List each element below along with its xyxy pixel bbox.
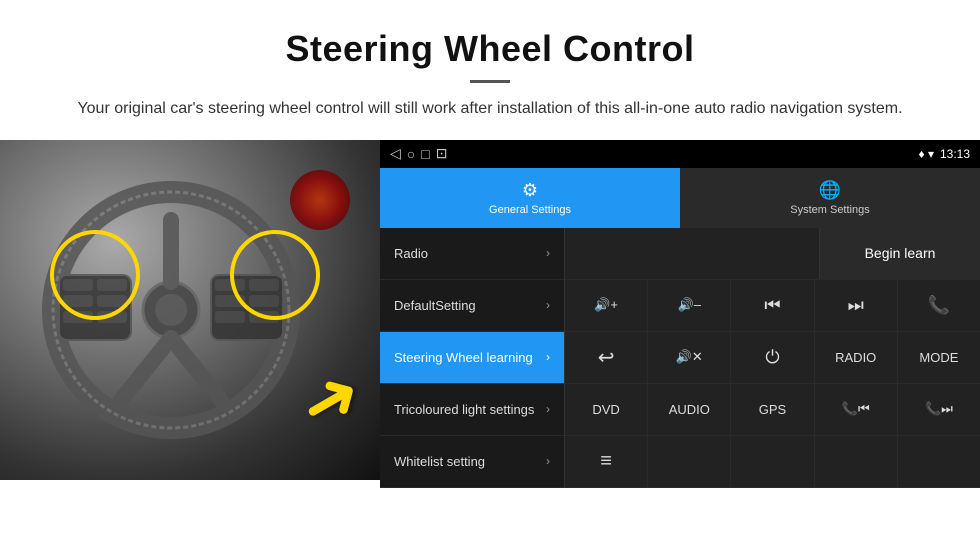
chevron-radio-icon: › bbox=[546, 246, 550, 260]
phone-next-icon: 📞⏭ bbox=[925, 401, 953, 417]
menu-item-radio[interactable]: Radio › bbox=[380, 228, 564, 280]
tab-system-label: System Settings bbox=[790, 204, 869, 216]
page-subtitle: Your original car's steering wheel contr… bbox=[40, 97, 940, 122]
signal-icon: ♦ ▾ bbox=[918, 147, 933, 161]
dvd-label: DVD bbox=[592, 402, 619, 417]
back-icon[interactable]: ◁ bbox=[390, 145, 401, 162]
phone-next-button[interactable]: 📞⏭ bbox=[898, 384, 980, 435]
menu-item-steering-wheel[interactable]: Steering Wheel learning › bbox=[380, 332, 564, 384]
right-controls: Begin learn 🔊+ 🔊– ⏮ bbox=[565, 228, 980, 488]
app-icon[interactable]: ⊡ bbox=[436, 145, 448, 162]
phone-prev-icon: 📞⏮ bbox=[842, 401, 870, 417]
mode-label: MODE bbox=[919, 350, 958, 365]
tab-bar: ⚙ General Settings 🌐 System Settings bbox=[380, 168, 980, 228]
dvd-button[interactable]: DVD bbox=[565, 384, 648, 435]
vol-down-button[interactable]: 🔊– bbox=[648, 280, 731, 331]
page-title: Steering Wheel Control bbox=[40, 28, 940, 70]
top-row: Begin learn bbox=[565, 228, 980, 280]
vol-down-icon: 🔊– bbox=[678, 297, 701, 313]
prev-track-icon: ⏮ bbox=[764, 295, 780, 316]
empty-btn-2[interactable] bbox=[731, 436, 814, 487]
system-settings-icon: 🌐 bbox=[819, 180, 841, 201]
general-settings-icon: ⚙ bbox=[522, 180, 538, 201]
mode-button[interactable]: MODE bbox=[898, 332, 980, 383]
chevron-whitelist-icon: › bbox=[546, 454, 550, 468]
clock: 13:13 bbox=[940, 147, 970, 161]
audio-label: AUDIO bbox=[669, 402, 710, 417]
control-row-3: DVD AUDIO GPS 📞⏮ 📞⏭ bbox=[565, 384, 980, 436]
highlight-circle-left bbox=[50, 230, 140, 320]
menu-tricoloured-label: Tricoloured light settings bbox=[394, 402, 534, 417]
phone-button[interactable]: 📞 bbox=[898, 280, 980, 331]
panel-content: Radio › DefaultSetting › Steering Wheel … bbox=[380, 228, 980, 488]
steering-background: ➜ bbox=[0, 140, 380, 480]
control-rows: 🔊+ 🔊– ⏮ ⏭ 📞 bbox=[565, 280, 980, 488]
control-row-1: 🔊+ 🔊– ⏮ ⏭ 📞 bbox=[565, 280, 980, 332]
control-row-4: ≡ bbox=[565, 436, 980, 488]
menu-icon-button[interactable]: ≡ bbox=[565, 436, 648, 487]
audio-button[interactable]: AUDIO bbox=[648, 384, 731, 435]
empty-btn-3[interactable] bbox=[815, 436, 898, 487]
title-divider bbox=[470, 80, 510, 83]
left-menu: Radio › DefaultSetting › Steering Wheel … bbox=[380, 228, 565, 488]
menu-item-tricoloured[interactable]: Tricoloured light settings › bbox=[380, 384, 564, 436]
vol-up-icon: 🔊+ bbox=[594, 297, 618, 313]
menu-item-whitelist[interactable]: Whitelist setting › bbox=[380, 436, 564, 488]
menu-item-default-setting[interactable]: DefaultSetting › bbox=[380, 280, 564, 332]
next-track-icon: ⏭ bbox=[848, 295, 864, 316]
menu-icon: ≡ bbox=[600, 450, 612, 473]
status-bar: ◁ ○ □ ⊡ ♦ ▾ 13:13 bbox=[380, 140, 980, 168]
menu-whitelist-label: Whitelist setting bbox=[394, 454, 485, 469]
radio-button[interactable]: RADIO bbox=[815, 332, 898, 383]
main-content: ➜ ◁ ○ □ ⊡ ♦ ▾ 13:13 ⚙ General Settings bbox=[0, 140, 980, 488]
steering-input[interactable] bbox=[565, 228, 820, 279]
chevron-tricoloured-icon: › bbox=[546, 402, 550, 416]
begin-learn-button[interactable]: Begin learn bbox=[820, 228, 980, 279]
hangup-icon: ↩ bbox=[598, 345, 615, 370]
tab-system-settings[interactable]: 🌐 System Settings bbox=[680, 168, 980, 228]
empty-btn-1[interactable] bbox=[648, 436, 731, 487]
page-header: Steering Wheel Control Your original car… bbox=[0, 0, 980, 140]
radio-label: RADIO bbox=[835, 350, 876, 365]
highlight-circle-right bbox=[230, 230, 320, 320]
nav-icons: ◁ ○ □ ⊡ bbox=[390, 145, 447, 162]
chevron-default-icon: › bbox=[546, 298, 550, 312]
hangup-button[interactable]: ↩ bbox=[565, 332, 648, 383]
car-image-panel: ➜ bbox=[0, 140, 380, 480]
status-right: ♦ ▾ 13:13 bbox=[918, 147, 970, 161]
gps-label: GPS bbox=[759, 402, 786, 417]
mute-icon: 🔊✕ bbox=[676, 349, 703, 365]
tab-general-settings[interactable]: ⚙ General Settings bbox=[380, 168, 680, 228]
control-row-2: ↩ 🔊✕ ⏻ RADIO MODE bbox=[565, 332, 980, 384]
recents-icon[interactable]: □ bbox=[421, 146, 429, 162]
gps-button[interactable]: GPS bbox=[731, 384, 814, 435]
vol-up-button[interactable]: 🔊+ bbox=[565, 280, 648, 331]
phone-icon: 📞 bbox=[928, 295, 950, 316]
menu-radio-label: Radio bbox=[394, 246, 428, 261]
home-icon[interactable]: ○ bbox=[407, 146, 415, 162]
prev-track-button[interactable]: ⏮ bbox=[731, 280, 814, 331]
menu-default-label: DefaultSetting bbox=[394, 298, 476, 313]
menu-steering-label: Steering Wheel learning bbox=[394, 350, 533, 365]
empty-btn-4[interactable] bbox=[898, 436, 980, 487]
android-panel: ◁ ○ □ ⊡ ♦ ▾ 13:13 ⚙ General Settings 🌐 S… bbox=[380, 140, 980, 488]
tab-general-label: General Settings bbox=[489, 204, 571, 216]
power-button[interactable]: ⏻ bbox=[731, 332, 814, 383]
chevron-steering-icon: › bbox=[546, 350, 550, 364]
phone-prev-button[interactable]: 📞⏮ bbox=[815, 384, 898, 435]
power-icon: ⏻ bbox=[765, 347, 779, 368]
mute-button[interactable]: 🔊✕ bbox=[648, 332, 731, 383]
next-track-button[interactable]: ⏭ bbox=[815, 280, 898, 331]
